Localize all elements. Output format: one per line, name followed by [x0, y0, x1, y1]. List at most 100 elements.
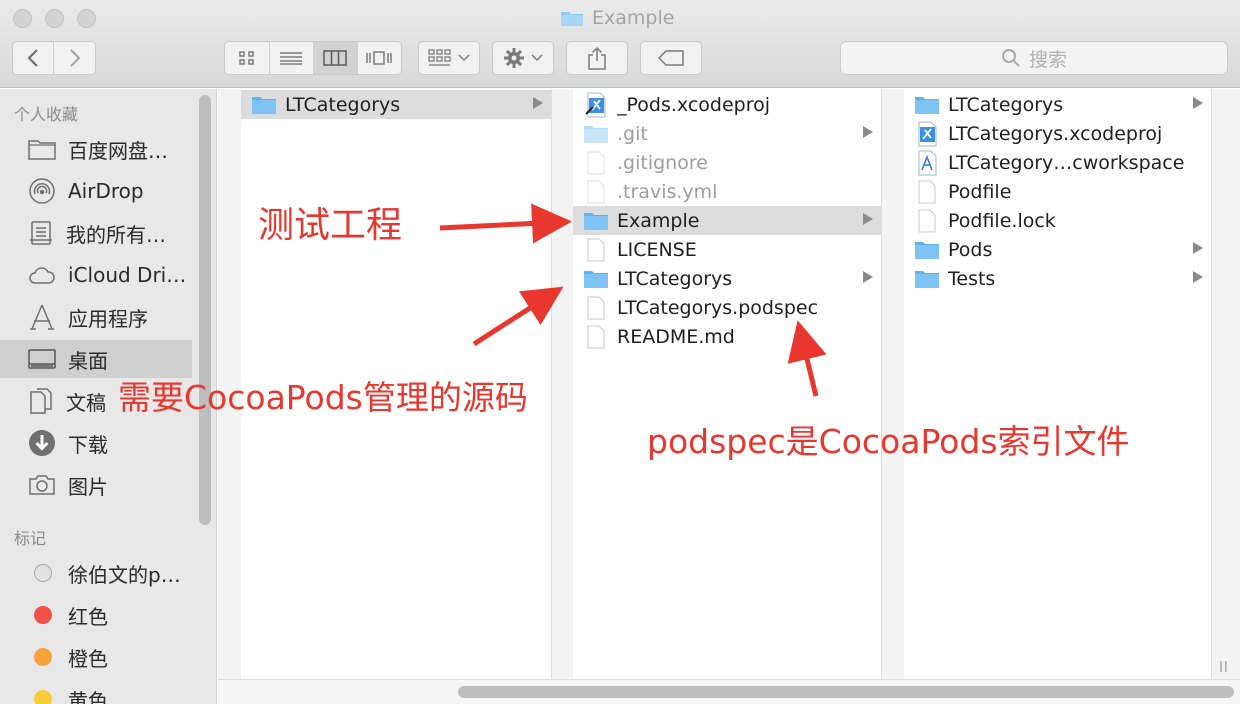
column-row[interactable]: LTCategorys: [573, 264, 881, 293]
sidebar-item-label: 图片: [68, 474, 108, 499]
share-icon: [588, 46, 606, 70]
row-name: Example: [617, 209, 700, 232]
annotation-test-project: 测试工程: [258, 205, 403, 246]
camera-icon: [29, 475, 55, 495]
disclosure-arrow-icon: [863, 271, 873, 283]
column-gutter: [1212, 89, 1240, 679]
gear-icon: [504, 48, 524, 68]
chevron-right-icon: [69, 49, 80, 67]
sidebar-item-baidu-netdisk[interactable]: 百度网盘…: [0, 130, 192, 168]
disclosure-arrow-icon: [863, 126, 873, 138]
edit-tags-button[interactable]: [640, 41, 702, 75]
column-view-button[interactable]: [314, 42, 358, 74]
column-row[interactable]: Example: [573, 206, 881, 235]
disclosure-arrow-icon: [1193, 242, 1203, 254]
column-row[interactable]: Podfile: [904, 177, 1211, 206]
sidebar-item-label: 黄色: [68, 688, 108, 704]
sidebar-item-label: iCloud Dri…: [68, 263, 187, 287]
search-field[interactable]: 搜索: [840, 41, 1228, 75]
sidebar-scrollbar[interactable]: [199, 95, 211, 525]
column-row[interactable]: _Pods.xcodeproj: [573, 90, 881, 119]
applications-icon: [30, 304, 54, 330]
view-mode-control: [224, 41, 402, 75]
document-icon: [914, 209, 940, 232]
row-name: LTCategory…cworkspace: [948, 151, 1185, 174]
chevron-down-icon: [458, 54, 470, 62]
column-row[interactable]: README.md: [573, 322, 881, 351]
sidebar-tag-red[interactable]: 红色: [0, 596, 192, 634]
arrange-button[interactable]: [418, 41, 480, 75]
gallery-view-button[interactable]: [358, 42, 401, 74]
back-button[interactable]: [13, 42, 55, 74]
sidebar-item-all-my-files[interactable]: 我的所有…: [0, 214, 192, 252]
row-name: Tests: [948, 267, 996, 290]
tag-color-dot: [34, 648, 52, 666]
annotation-source-code: 需要CocoaPods管理的源码: [118, 378, 528, 417]
folder-icon: [914, 268, 940, 290]
column-row[interactable]: Tests: [904, 264, 1211, 293]
tag-color-dot: [34, 690, 52, 704]
window-title: Example: [560, 6, 674, 30]
folder-icon: [583, 123, 609, 145]
folder-icon: [28, 140, 56, 160]
column-row[interactable]: LICENSE: [573, 235, 881, 264]
icon-view-button[interactable]: [225, 42, 270, 74]
row-name: .git: [617, 122, 648, 145]
browser-column-2: _Pods.xcodeproj .git .gitignore .travis.…: [573, 89, 882, 679]
sidebar-tag-yellow[interactable]: 黄色: [0, 680, 192, 704]
document-icon: [583, 238, 609, 261]
desktop-icon: [28, 349, 56, 369]
arrange-grid-icon: [428, 49, 451, 66]
folder-icon: [914, 239, 940, 261]
sidebar-tag-item[interactable]: 徐伯文的p…: [0, 554, 192, 592]
action-button[interactable]: [492, 41, 554, 75]
sidebar-tag-orange[interactable]: 橙色: [0, 638, 192, 676]
column-row[interactable]: LTCategorys: [904, 90, 1211, 119]
column-row[interactable]: LTCategorys.podspec: [573, 293, 881, 322]
row-name: Podfile.lock: [948, 209, 1056, 232]
row-name: LTCategorys.podspec: [617, 296, 819, 319]
zoom-window-button[interactable]: [77, 9, 96, 28]
sidebar-item-pictures[interactable]: 图片: [0, 466, 192, 504]
column-gutter: [552, 89, 573, 679]
sidebar-item-label: 下载: [68, 432, 108, 457]
annotation-podspec: podspec是CocoaPods索引文件: [647, 422, 1130, 461]
sidebar-item-desktop[interactable]: 桌面: [0, 340, 192, 378]
close-window-button[interactable]: [13, 9, 32, 28]
sidebar-item-airdrop[interactable]: AirDrop: [0, 172, 192, 210]
forward-button[interactable]: [54, 42, 95, 74]
column-row[interactable]: .travis.yml: [573, 177, 881, 206]
sidebar-item-label: 桌面: [68, 348, 108, 373]
tag-color-dot: [34, 564, 52, 582]
column-row[interactable]: LTCategorys.xcodeproj: [904, 119, 1211, 148]
share-button[interactable]: [566, 41, 628, 75]
disclosure-arrow-icon: [1193, 97, 1203, 109]
sidebar-item-applications[interactable]: 应用程序: [0, 298, 192, 336]
browser-column-3: LTCategorys LTCategorys.xcodeproj LTCate…: [904, 89, 1212, 679]
xcode-project-icon: [914, 121, 940, 146]
minimize-window-button[interactable]: [45, 9, 64, 28]
row-name: LTCategorys: [617, 267, 733, 290]
toolbar: Example 搜索: [0, 0, 1240, 88]
search-icon: [1001, 49, 1020, 67]
documents-icon: [30, 388, 52, 414]
column-row[interactable]: .gitignore: [573, 148, 881, 177]
sidebar-item-icloud-drive[interactable]: iCloud Dri…: [0, 256, 192, 294]
list-view-button[interactable]: [270, 42, 314, 74]
horizontal-scrollbar[interactable]: [458, 686, 1234, 698]
column-row[interactable]: .git: [573, 119, 881, 148]
folder-icon: [583, 210, 609, 232]
sidebar-item-downloads[interactable]: 下载: [0, 424, 192, 462]
cover-flow-icon: [366, 51, 393, 65]
row-name: LTCategorys: [948, 93, 1064, 116]
all-files-icon: [30, 221, 52, 245]
column-row[interactable]: Pods: [904, 235, 1211, 264]
column-gutter: [882, 89, 904, 679]
icon-view-icon: [239, 51, 254, 65]
column-row[interactable]: LTCategory…cworkspace: [904, 148, 1211, 177]
column-row[interactable]: LTCategorys: [241, 90, 551, 119]
sidebar-item-label: AirDrop: [68, 179, 144, 203]
chevron-down-icon: [531, 54, 543, 62]
column-row[interactable]: Podfile.lock: [904, 206, 1211, 235]
tag-icon: [657, 50, 684, 66]
